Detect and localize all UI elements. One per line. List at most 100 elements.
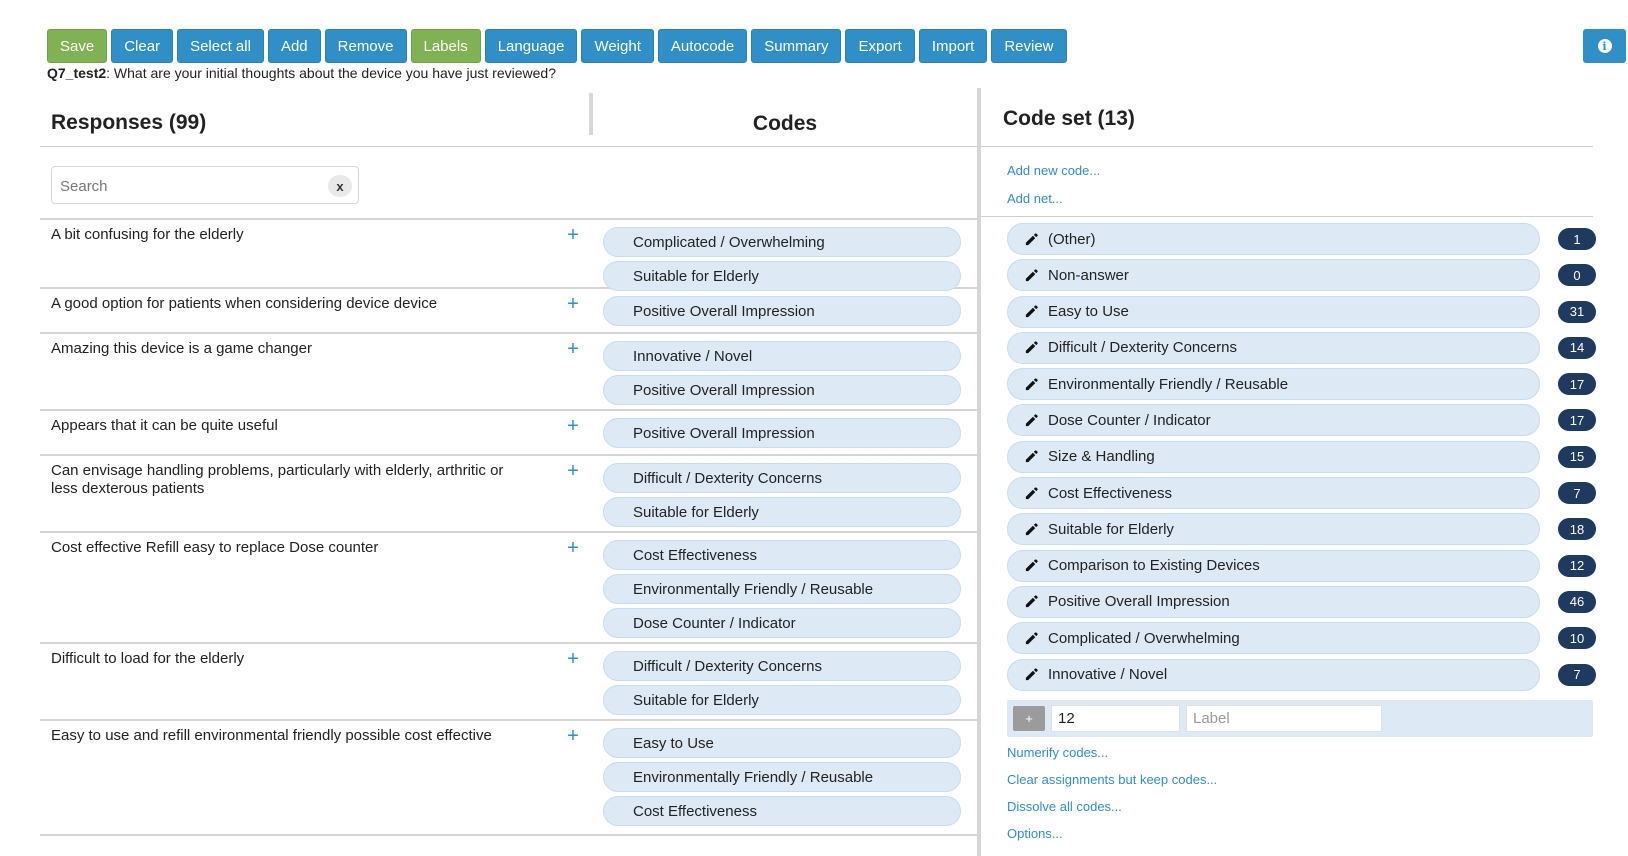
export-button[interactable]: Export bbox=[845, 29, 915, 63]
autocode-button[interactable]: Autocode bbox=[657, 29, 748, 63]
code-pill[interactable]: Environmentally Friendly / Reusable bbox=[1007, 368, 1540, 401]
assigned-code-pill[interactable]: Difficult / Dexterity Concerns bbox=[603, 651, 961, 681]
pencil-icon[interactable] bbox=[1024, 449, 1040, 465]
options-link[interactable]: Options... bbox=[1007, 826, 1063, 841]
code-count-badge: 7 bbox=[1558, 482, 1596, 505]
info-button[interactable]: i bbox=[1583, 29, 1626, 63]
add-code-plus-icon[interactable]: + bbox=[564, 339, 582, 359]
pencil-icon[interactable] bbox=[1024, 667, 1040, 683]
assigned-code-pill[interactable]: Complicated / Overwhelming bbox=[603, 227, 961, 257]
code-label: Difficult / Dexterity Concerns bbox=[1048, 339, 1237, 357]
assigned-code-pill[interactable]: Suitable for Elderly bbox=[603, 261, 961, 291]
response-row[interactable]: Can envisage handling problems, particul… bbox=[40, 456, 977, 533]
assigned-code-pill[interactable]: Environmentally Friendly / Reusable bbox=[603, 762, 961, 792]
pencil-icon[interactable] bbox=[1024, 594, 1040, 610]
assigned-code-pill[interactable]: Easy to Use bbox=[603, 728, 961, 758]
add-code-plus-icon[interactable]: + bbox=[564, 294, 582, 314]
response-row[interactable]: Difficult to load for the elderly + Diffic… bbox=[40, 644, 977, 721]
add-code-plus-icon[interactable]: + bbox=[564, 461, 582, 481]
response-row[interactable]: Appears that it can be quite useful + Posi… bbox=[40, 411, 977, 456]
assigned-code-pill[interactable]: Suitable for Elderly bbox=[603, 685, 961, 715]
pencil-icon[interactable] bbox=[1024, 267, 1040, 283]
dissolve-codes-link[interactable]: Dissolve all codes... bbox=[1007, 799, 1122, 814]
column-divider[interactable] bbox=[589, 93, 593, 135]
clear-assignments-link[interactable]: Clear assignments but keep codes... bbox=[1007, 772, 1217, 787]
add-net-link[interactable]: Add net... bbox=[1007, 191, 1063, 206]
pencil-icon[interactable] bbox=[1024, 231, 1040, 247]
code-label: Complicated / Overwhelming bbox=[1048, 629, 1240, 647]
clear-search-button[interactable]: x bbox=[328, 175, 352, 197]
assigned-code-pill[interactable]: Positive Overall Impression bbox=[603, 375, 961, 405]
assigned-code-pill[interactable]: Suitable for Elderly bbox=[603, 497, 961, 527]
add-new-code-link[interactable]: Add new code... bbox=[1007, 163, 1100, 178]
assigned-code-pill[interactable]: Innovative / Novel bbox=[603, 341, 961, 371]
code-pill[interactable]: Innovative / Novel bbox=[1007, 658, 1540, 691]
add-button[interactable]: Add bbox=[267, 29, 321, 63]
add-code-plus-icon[interactable]: + bbox=[564, 225, 582, 245]
code-label: Comparison to Existing Devices bbox=[1048, 557, 1260, 575]
pencil-icon[interactable] bbox=[1024, 558, 1040, 574]
response-row[interactable]: Cost effective Refill easy to replace Do… bbox=[40, 533, 977, 644]
add-code-plus-icon[interactable]: + bbox=[564, 416, 582, 436]
response-row[interactable]: A bit confusing for the elderly + Complica… bbox=[40, 220, 977, 291]
code-label: Cost Effectiveness bbox=[1048, 484, 1172, 502]
response-row[interactable]: Easy to use and refill environmental fri… bbox=[40, 721, 977, 836]
code-count-badge: 17 bbox=[1558, 409, 1596, 432]
code-pill[interactable]: Non-answer bbox=[1007, 259, 1540, 292]
save-button[interactable]: Save bbox=[47, 29, 108, 63]
labels-button[interactable]: Labels bbox=[410, 29, 481, 63]
search-input[interactable] bbox=[60, 175, 320, 197]
code-pill[interactable]: Dose Counter / Indicator bbox=[1007, 404, 1540, 437]
assigned-code-pill[interactable]: Positive Overall Impression bbox=[603, 418, 961, 448]
code-label: Dose Counter / Indicator bbox=[1048, 411, 1211, 429]
response-row[interactable]: A good option for patients when consider… bbox=[40, 289, 977, 334]
pencil-icon[interactable] bbox=[1024, 630, 1040, 646]
response-row[interactable]: Amazing this device is a game changer + In… bbox=[40, 334, 977, 411]
code-pill[interactable]: Easy to Use bbox=[1007, 295, 1540, 328]
add-code-plus-icon[interactable]: + bbox=[564, 726, 582, 746]
weight-button[interactable]: Weight bbox=[581, 29, 654, 63]
add-code-button[interactable]: + bbox=[1013, 706, 1045, 731]
pencil-icon[interactable] bbox=[1024, 412, 1040, 428]
code-pill[interactable]: Cost Effectiveness bbox=[1007, 477, 1540, 510]
assigned-code-pill[interactable]: Dose Counter / Indicator bbox=[603, 608, 961, 638]
code-pill[interactable]: Difficult / Dexterity Concerns bbox=[1007, 331, 1540, 364]
assigned-code-pill[interactable]: Cost Effectiveness bbox=[603, 540, 961, 570]
code-label: Easy to Use bbox=[1048, 303, 1129, 321]
assigned-code-pill[interactable]: Difficult / Dexterity Concerns bbox=[603, 463, 961, 493]
assigned-code-pill[interactable]: Positive Overall Impression bbox=[603, 296, 961, 326]
code-label-input[interactable] bbox=[1186, 705, 1382, 732]
review-button[interactable]: Review bbox=[991, 29, 1067, 63]
code-pill[interactable]: (Other) bbox=[1007, 223, 1540, 255]
code-pill[interactable]: Comparison to Existing Devices bbox=[1007, 549, 1540, 582]
add-code-plus-icon[interactable]: + bbox=[564, 538, 582, 558]
codes-column-title: Codes bbox=[752, 112, 818, 135]
assigned-code-pill[interactable]: Environmentally Friendly / Reusable bbox=[603, 574, 961, 604]
summary-button[interactable]: Summary bbox=[751, 29, 842, 63]
clear-button[interactable]: Clear bbox=[111, 29, 174, 63]
add-code-plus-icon[interactable]: + bbox=[564, 649, 582, 669]
question-text: : What are your initial thoughts about t… bbox=[106, 65, 556, 81]
language-button[interactable]: Language bbox=[484, 29, 578, 63]
code-number-input[interactable] bbox=[1051, 705, 1180, 732]
codeset-item: Environmentally Friendly / Reusable 17 bbox=[1007, 368, 1596, 401]
select-all-button[interactable]: Select all bbox=[177, 29, 264, 63]
pencil-icon[interactable] bbox=[1024, 304, 1040, 320]
code-pill[interactable]: Size & Handling bbox=[1007, 440, 1540, 473]
remove-button[interactable]: Remove bbox=[324, 29, 407, 63]
response-text: Cost effective Refill easy to replace Do… bbox=[51, 539, 379, 556]
code-label: (Other) bbox=[1048, 230, 1096, 248]
import-button[interactable]: Import bbox=[918, 29, 988, 63]
code-pill[interactable]: Complicated / Overwhelming bbox=[1007, 622, 1540, 655]
code-pill[interactable]: Suitable for Elderly bbox=[1007, 513, 1540, 546]
pencil-icon[interactable] bbox=[1024, 376, 1040, 392]
assigned-code-pill[interactable]: Cost Effectiveness bbox=[603, 796, 961, 826]
pencil-icon[interactable] bbox=[1024, 485, 1040, 501]
code-pill[interactable]: Positive Overall Impression bbox=[1007, 585, 1540, 618]
pencil-icon[interactable] bbox=[1024, 521, 1040, 537]
code-label: Positive Overall Impression bbox=[1048, 593, 1230, 611]
numerify-codes-link[interactable]: Numerify codes... bbox=[1007, 745, 1108, 760]
codeset-item: Easy to Use 31 bbox=[1007, 295, 1596, 328]
pencil-icon[interactable] bbox=[1024, 340, 1040, 356]
question-line: Q7_test2: What are your initial thoughts… bbox=[47, 65, 556, 81]
